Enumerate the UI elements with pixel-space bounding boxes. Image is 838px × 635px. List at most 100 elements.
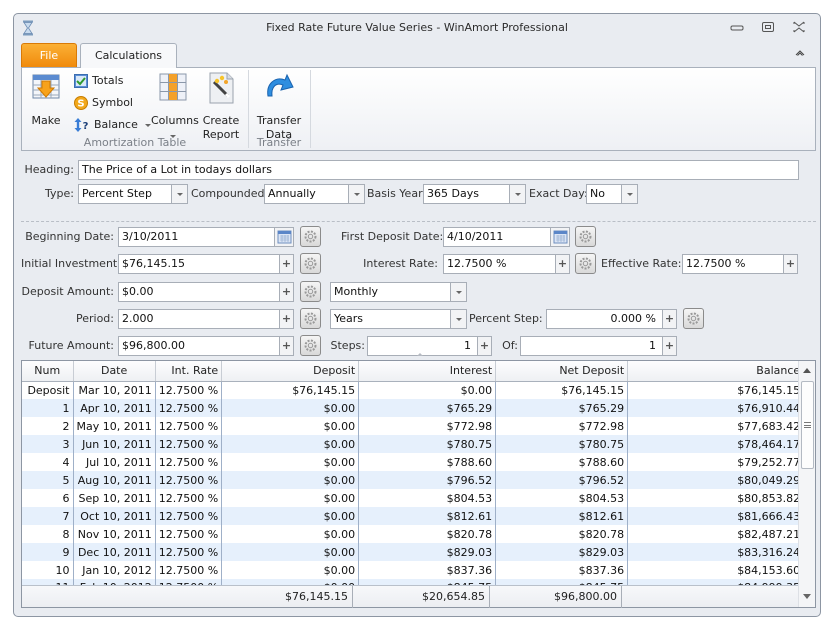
future-amount-input[interactable]: $96,800.00 bbox=[118, 336, 280, 356]
initial-investment-input[interactable]: $76,145.15 bbox=[118, 254, 280, 274]
cell-interest: $820.78 bbox=[358, 525, 497, 543]
columns-button[interactable]: Columns bbox=[151, 72, 199, 142]
deposit-amount-input[interactable]: $0.00 bbox=[118, 282, 280, 302]
basis-year-select[interactable]: 365 Days bbox=[423, 184, 510, 204]
cell-deposit: $0.00 bbox=[221, 417, 360, 435]
initial-investment-settings-button[interactable] bbox=[300, 253, 321, 274]
first-deposit-date-input[interactable]: 4/10/2011 bbox=[443, 227, 551, 247]
of-calc-button[interactable]: + bbox=[662, 336, 677, 356]
cell-num: 5 bbox=[22, 471, 74, 489]
table-row[interactable]: 4 Jul 10, 2011 12.7500 % $0.00 $788.60 $788.6… bbox=[22, 453, 805, 471]
section-divider bbox=[21, 221, 816, 222]
column-header-int-rate[interactable]: Int. Rate bbox=[155, 361, 223, 382]
window-title: Fixed Rate Future Value Series - WinAmor… bbox=[266, 21, 568, 34]
table-header-row: Num Date Int. Rate Deposit Interest Net … bbox=[22, 361, 805, 382]
period-unit-select[interactable]: Years bbox=[330, 309, 451, 329]
period-calc-button[interactable]: + bbox=[279, 309, 294, 329]
cell-deposit: $0.00 bbox=[221, 507, 360, 525]
columns-label: Columns bbox=[151, 114, 199, 127]
type-select[interactable]: Percent Step bbox=[78, 184, 172, 204]
table-row[interactable]: 10 Jan 10, 2012 12.7500 % $0.00 $837.36 $837.… bbox=[22, 561, 805, 579]
of-label: Of: bbox=[502, 339, 518, 352]
maximize-button[interactable] bbox=[759, 20, 777, 34]
period-settings-button[interactable] bbox=[300, 308, 321, 329]
deposit-amount-settings-button[interactable] bbox=[300, 281, 321, 302]
deposit-frequency-dropdown-button[interactable] bbox=[450, 282, 467, 302]
type-dropdown-button[interactable] bbox=[171, 184, 188, 204]
transfer-data-button[interactable]: Transfer Data bbox=[254, 72, 304, 142]
effective-rate-calc-button[interactable]: + bbox=[783, 254, 798, 274]
transfer-data-label-1: Transfer bbox=[256, 114, 302, 127]
first-deposit-date-settings-button[interactable] bbox=[575, 226, 596, 247]
beginning-date-input[interactable]: 3/10/2011 bbox=[118, 227, 275, 247]
period-input[interactable]: 2.000 bbox=[118, 309, 280, 329]
column-header-num[interactable]: Num bbox=[22, 361, 74, 382]
table-row[interactable]: 6 Sep 10, 2011 12.7500 % $0.00 $804.53 $804.5… bbox=[22, 489, 805, 507]
cell-interest: $837.36 bbox=[358, 561, 497, 579]
scroll-down-arrow-icon[interactable] bbox=[803, 594, 811, 599]
future-amount-calc-button[interactable]: + bbox=[279, 336, 294, 356]
cell-balance: $84,153.60 bbox=[627, 561, 805, 579]
collapse-ribbon-icon[interactable] bbox=[794, 48, 806, 58]
percent-step-input[interactable]: 0.000 % bbox=[546, 309, 663, 329]
column-header-balance[interactable]: Balance bbox=[627, 361, 805, 382]
cell-net-deposit: $796.52 bbox=[495, 471, 629, 489]
splitter-grip-icon[interactable] bbox=[416, 352, 424, 356]
future-amount-settings-button[interactable] bbox=[300, 335, 321, 356]
cell-net-deposit: $765.29 bbox=[495, 399, 629, 417]
cell-date: Sep 10, 2011 bbox=[73, 489, 156, 507]
totals-checkbox[interactable]: Totals bbox=[74, 72, 123, 90]
cell-date: Nov 10, 2011 bbox=[73, 525, 156, 543]
table-row[interactable]: 1 Apr 10, 2011 12.7500 % $0.00 $765.29 $765.2… bbox=[22, 399, 805, 417]
beginning-date-calendar-button[interactable] bbox=[274, 227, 294, 247]
deposit-amount-calc-button[interactable]: + bbox=[279, 282, 294, 302]
table-row[interactable]: 3 Jun 10, 2011 12.7500 % $0.00 $780.75 $780.7… bbox=[22, 435, 805, 453]
effective-rate-input[interactable]: 12.7500 % bbox=[682, 254, 784, 274]
table-row[interactable]: Deposit Mar 10, 2011 12.7500 % $76,145.15 $0… bbox=[22, 381, 805, 399]
minimize-button[interactable] bbox=[728, 20, 746, 34]
calendar-icon bbox=[553, 230, 568, 244]
beginning-date-settings-button[interactable] bbox=[300, 226, 321, 247]
compounded-select[interactable]: Annually bbox=[264, 184, 349, 204]
vertical-scrollbar[interactable] bbox=[798, 361, 815, 607]
percent-step-settings-button[interactable] bbox=[683, 308, 704, 329]
interest-rate-input[interactable]: 12.7500 % bbox=[443, 254, 556, 274]
of-input[interactable]: 1 bbox=[520, 336, 663, 356]
create-report-button[interactable]: Create Report bbox=[200, 72, 242, 142]
table-row[interactable]: 9 Dec 10, 2011 12.7500 % $0.00 $829.03 $829.0… bbox=[22, 543, 805, 561]
table-row[interactable]: 5 Aug 10, 2011 12.7500 % $0.00 $796.52 $796.5… bbox=[22, 471, 805, 489]
first-deposit-date-calendar-button[interactable] bbox=[550, 227, 570, 247]
interest-rate-settings-button[interactable] bbox=[575, 253, 596, 274]
basis-year-dropdown-button[interactable] bbox=[509, 184, 526, 204]
cell-deposit: $0.00 bbox=[221, 471, 360, 489]
heading-input[interactable]: The Price of a Lot in todays dollars bbox=[78, 160, 799, 180]
cell-int-rate: 12.7500 % bbox=[155, 525, 223, 543]
balance-dropdown[interactable]: ? Balance bbox=[74, 116, 152, 134]
initial-investment-calc-button[interactable]: + bbox=[279, 254, 294, 274]
tab-calculations[interactable]: Calculations bbox=[80, 43, 177, 68]
column-header-date[interactable]: Date bbox=[73, 361, 156, 382]
exact-day-dropdown-button[interactable] bbox=[621, 184, 638, 204]
period-unit-dropdown-button[interactable] bbox=[450, 309, 467, 329]
dollar-coin-icon: S bbox=[74, 96, 88, 110]
symbol-button[interactable]: S Symbol bbox=[74, 94, 133, 112]
table-row[interactable]: 8 Nov 10, 2011 12.7500 % $0.00 $820.78 $820.7… bbox=[22, 525, 805, 543]
table-row[interactable]: 2 May 10, 2011 12.7500 % $0.00 $772.98 $772.9… bbox=[22, 417, 805, 435]
exact-day-select[interactable]: No bbox=[586, 184, 622, 204]
percent-step-calc-button[interactable]: + bbox=[662, 309, 677, 329]
deposit-frequency-select[interactable]: Monthly bbox=[330, 282, 451, 302]
table-row[interactable]: 7 Oct 10, 2011 12.7500 % $0.00 $812.61 $812.6… bbox=[22, 507, 805, 525]
tab-file[interactable]: File bbox=[21, 43, 77, 67]
interest-rate-calc-button[interactable]: + bbox=[555, 254, 570, 274]
column-header-interest[interactable]: Interest bbox=[358, 361, 497, 382]
cell-interest: $772.98 bbox=[358, 417, 497, 435]
scroll-up-arrow-icon[interactable] bbox=[803, 368, 811, 373]
close-button[interactable] bbox=[790, 20, 808, 34]
scroll-thumb[interactable] bbox=[801, 381, 814, 469]
make-button[interactable]: Make bbox=[28, 72, 64, 128]
compounded-dropdown-button[interactable] bbox=[348, 184, 365, 204]
column-header-net-deposit[interactable]: Net Deposit bbox=[495, 361, 629, 382]
column-header-deposit[interactable]: Deposit bbox=[221, 361, 360, 382]
heading-label: Heading: bbox=[24, 163, 74, 176]
steps-calc-button[interactable]: + bbox=[477, 336, 492, 356]
